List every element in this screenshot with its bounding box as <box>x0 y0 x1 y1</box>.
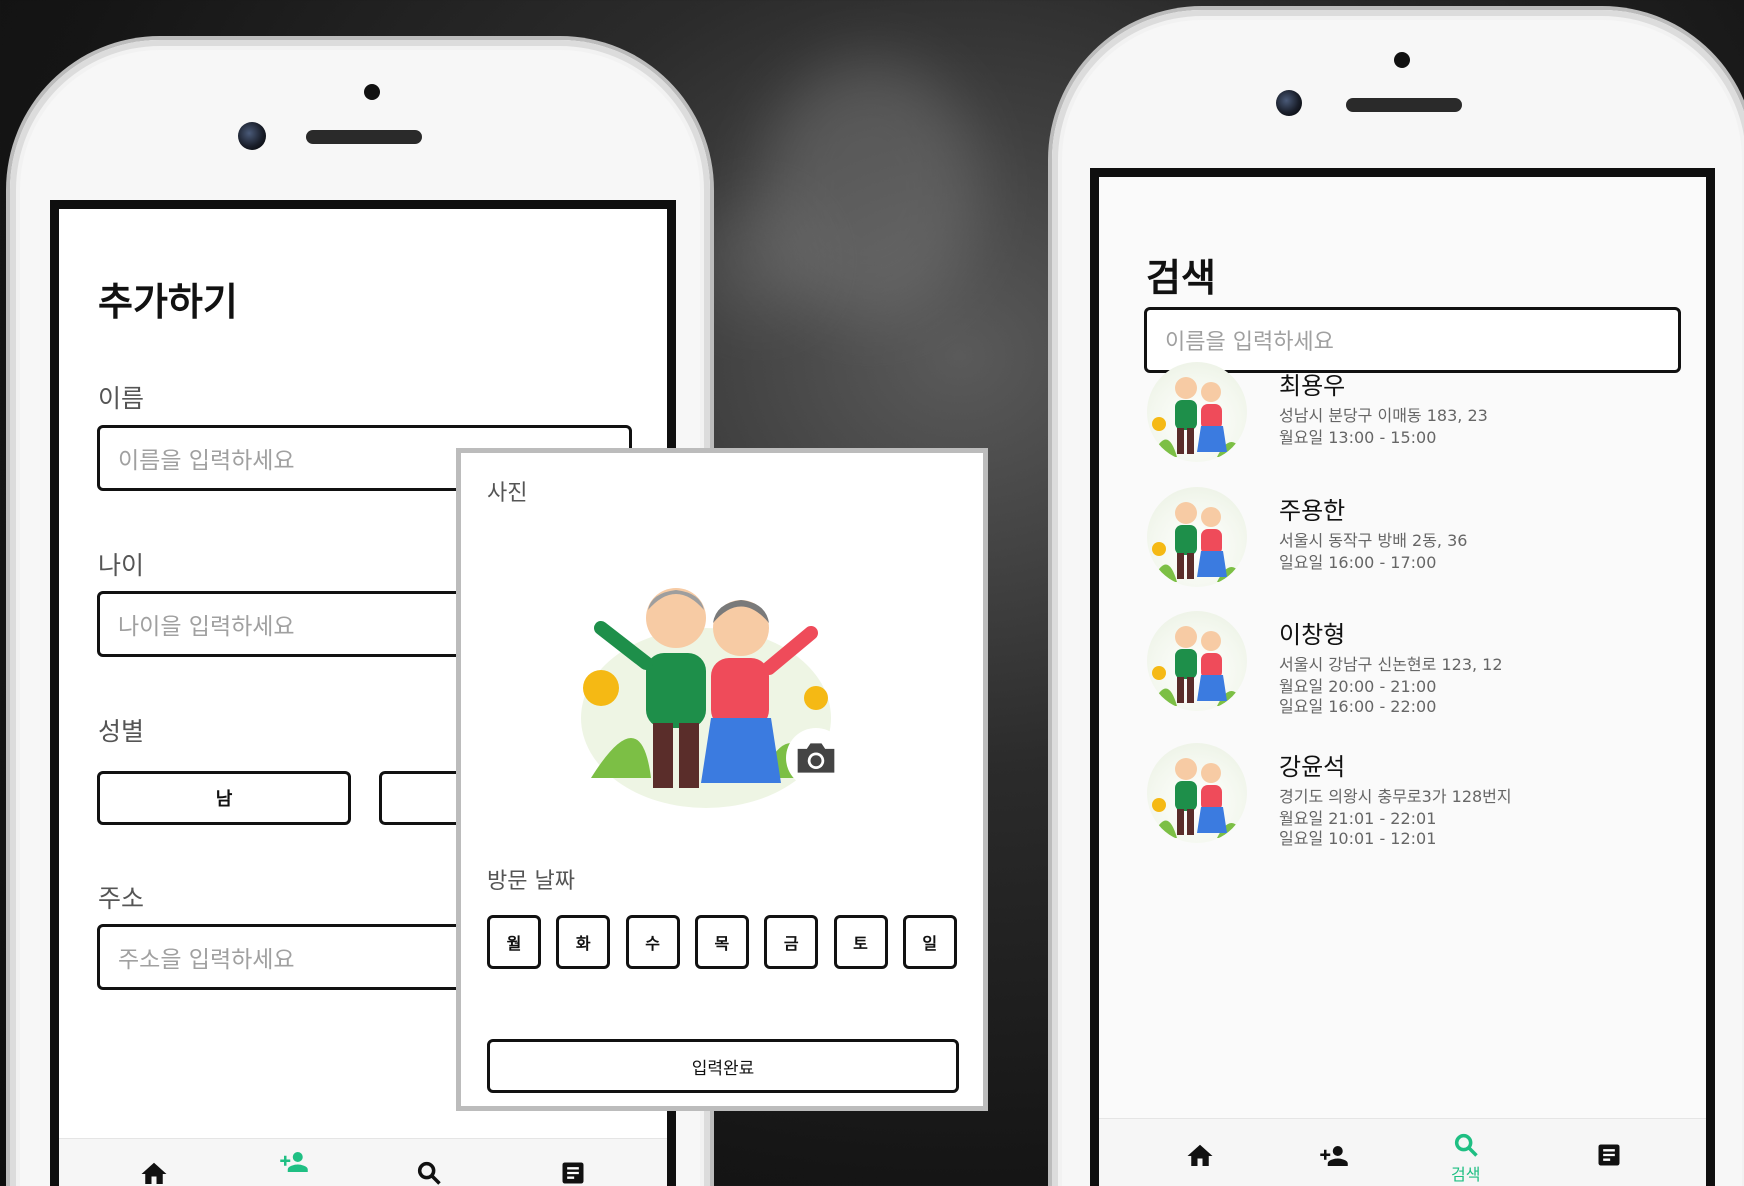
day-button[interactable]: 토 <box>833 915 888 969</box>
list-item[interactable]: 이창형 서울시 강남구 신논현로 123, 12 월요일 20:00 - 21:00… <box>1147 611 1667 721</box>
earpiece-speaker <box>306 130 422 144</box>
camera-button[interactable] <box>786 728 846 788</box>
tab-search[interactable]: 검색 <box>1451 1131 1480 1185</box>
sensor-dot <box>1394 52 1410 68</box>
elderly-couple-illustration <box>1152 502 1245 582</box>
tab-list[interactable] <box>559 1159 587 1186</box>
tab-list[interactable] <box>1595 1141 1623 1169</box>
result-address: 성남시 분당구 이매동 183, 23 <box>1279 406 1488 425</box>
age-label: 나이 <box>98 551 145 580</box>
address-label: 주소 <box>98 884 145 913</box>
photo-avatar[interactable] <box>561 548 851 808</box>
add-user-icon <box>280 1152 308 1172</box>
tab-search-label: 검색 <box>1451 1165 1481 1184</box>
front-camera <box>1276 90 1302 116</box>
list-item[interactable]: 강윤석 경기도 의왕시 충무로3가 128번지 월요일 21:01 - 22:01 일… <box>1147 743 1667 853</box>
day-button[interactable]: 월 <box>487 915 541 969</box>
result-address: 경기도 의왕시 충무로3가 128번지 <box>1279 787 1512 806</box>
day-button[interactable]: 금 <box>764 915 819 969</box>
day-button[interactable]: 일 <box>902 915 957 969</box>
elderly-couple-illustration <box>1152 626 1245 706</box>
list-icon <box>1598 1144 1620 1166</box>
avatar <box>1147 611 1247 711</box>
list-item[interactable]: 주용한서울시 동작구 방배 2동, 36 일요일 16:00 - 17:00 <box>1147 487 1667 597</box>
result-address: 서울시 동작구 방배 2동, 36 <box>1279 531 1468 550</box>
result-visit-time: 일요일 10:01 - 12:01 <box>1279 829 1437 848</box>
day-button[interactable]: 수 <box>625 915 680 969</box>
elderly-couple-illustration <box>1152 758 1245 838</box>
name-label: 이름 <box>98 384 145 413</box>
home-icon <box>1187 1144 1213 1166</box>
avatar <box>1147 487 1247 587</box>
add-user-icon <box>1320 1146 1348 1166</box>
result-address: 서울시 강남구 신논현로 123, 12 <box>1279 655 1503 674</box>
result-visit-time: 일요일 16:00 - 22:00 <box>1279 697 1437 716</box>
list-item[interactable]: 최용우성남시 분당구 이매동 183, 23 월요일 13:00 - 15:00 <box>1147 362 1667 472</box>
elderly-couple-illustration <box>1152 377 1245 457</box>
search-icon <box>1454 1133 1478 1157</box>
tab-add[interactable] <box>1317 1141 1351 1171</box>
home-icon <box>141 1162 167 1184</box>
avatar <box>1147 362 1247 462</box>
result-name: 강윤석 <box>1279 753 1346 781</box>
tab-home[interactable] <box>139 1159 169 1186</box>
photo-label: 사진 <box>487 481 528 506</box>
sensor-dot <box>364 84 380 100</box>
result-visit-time: 월요일 13:00 - 15:00 <box>1279 428 1437 447</box>
day-button[interactable]: 화 <box>556 915 611 969</box>
result-name: 최용우 <box>1279 372 1346 400</box>
list-icon <box>562 1162 584 1184</box>
gender-male-button[interactable]: 남 <box>97 771 351 825</box>
tab-home[interactable] <box>1185 1141 1215 1171</box>
tab-search[interactable] <box>415 1159 443 1186</box>
result-visit-time: 일요일 16:00 - 17:00 <box>1279 553 1437 572</box>
earpiece-speaker <box>1346 98 1462 112</box>
gender-label: 성별 <box>98 717 145 746</box>
result-name: 이창형 <box>1279 621 1346 649</box>
avatar <box>1147 743 1247 843</box>
day-button[interactable]: 목 <box>694 915 749 969</box>
front-camera <box>238 122 266 150</box>
page-title: 추가하기 <box>98 280 238 324</box>
search-icon <box>417 1161 441 1185</box>
page-title: 검색 <box>1146 256 1216 300</box>
right-screen: 검색 이름을 입력하세요 최용우 성남시 분당구 이매동 183, 23 월요일 1… <box>1090 168 1715 1186</box>
bottom-tab-bar: 검색 <box>1099 1118 1706 1186</box>
camera-icon <box>797 743 835 773</box>
visit-date-label: 방문 날짜 <box>487 869 575 894</box>
background-blur <box>700 200 820 320</box>
result-name: 주용한 <box>1279 497 1346 525</box>
tab-add[interactable] <box>277 1147 311 1177</box>
submit-button[interactable]: 입력완료 <box>487 1039 959 1093</box>
bottom-tab-bar <box>59 1138 667 1186</box>
add-detail-card: 사진 방문 날짜 월화수목금토일 입력완료 <box>456 448 988 1111</box>
